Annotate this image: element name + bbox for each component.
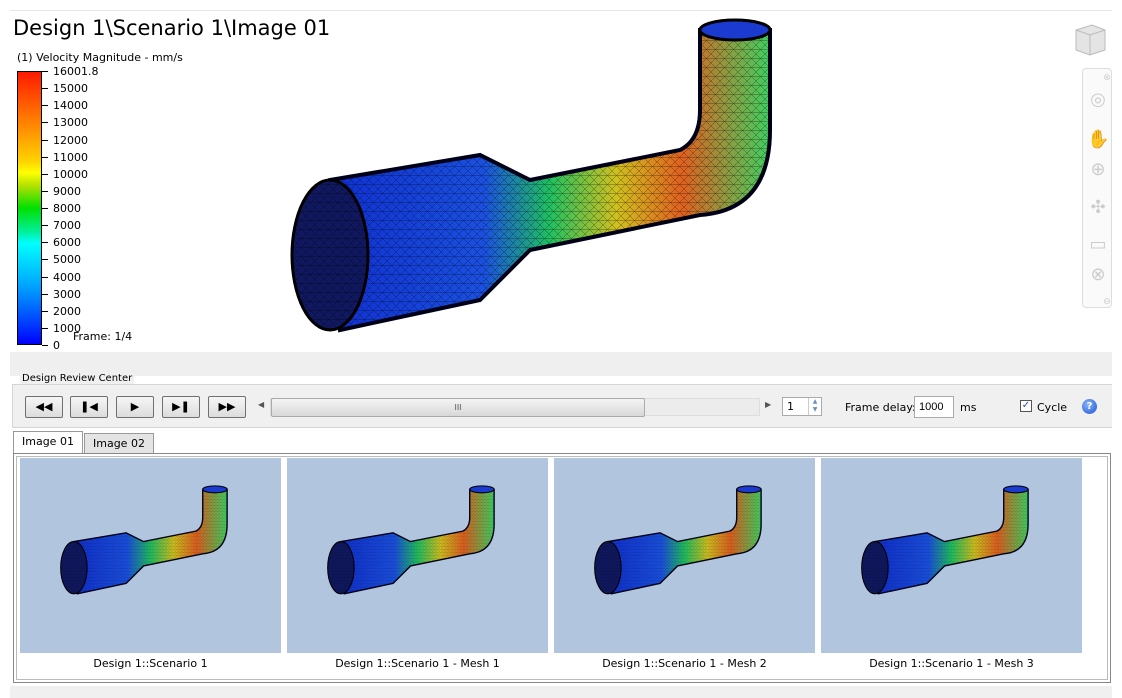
- frame-delay-label: Frame delay:: [845, 401, 916, 414]
- group-label: Design Review Center: [20, 373, 135, 384]
- slider-right-arrow[interactable]: ▶: [765, 400, 771, 409]
- thumbnail-caption: Design 1::Scenario 1 - Mesh 1: [335, 657, 500, 670]
- zoom-icon[interactable]: ⊕: [1087, 159, 1109, 181]
- slider-left-arrow[interactable]: ◀: [258, 400, 264, 409]
- thumbnail-image[interactable]: [20, 458, 281, 653]
- thumbnail-caption: Design 1::Scenario 1 - Mesh 3: [869, 657, 1034, 670]
- spinner-arrows[interactable]: ▲ ▼: [808, 398, 821, 415]
- view-cube-icon[interactable]: [1072, 22, 1108, 56]
- cycle-checkbox[interactable]: ✓: [1020, 400, 1032, 412]
- thumbnail-caption: Design 1::Scenario 1: [93, 657, 208, 670]
- thumbnail-image[interactable]: [554, 458, 815, 653]
- play-button[interactable]: ▶: [116, 396, 154, 418]
- slider-thumb[interactable]: III: [271, 398, 645, 417]
- pipe-model: [290, 18, 772, 332]
- navigation-bar: ⊗ ◎ ✋ ⊕ ✣ ▭ ⊗ ⊖: [1082, 68, 1112, 308]
- close-icon[interactable]: ⊗: [1103, 67, 1111, 89]
- unit-label: ms: [960, 401, 977, 414]
- thumbnail-caption: Design 1::Scenario 1 - Mesh 2: [602, 657, 767, 670]
- center-icon[interactable]: ▭: [1087, 234, 1109, 256]
- rewind-icon[interactable]: ⊗: [1087, 264, 1109, 286]
- divider-band: [10, 352, 1112, 376]
- first-frame-button[interactable]: ◀◀: [25, 396, 63, 418]
- prev-frame-button[interactable]: ❚◀: [70, 396, 108, 418]
- thumbnail-image[interactable]: [287, 458, 548, 653]
- collapse-icon[interactable]: ⊖: [1103, 291, 1111, 313]
- next-frame-button[interactable]: ▶❚: [162, 396, 200, 418]
- thumbnail-image[interactable]: [821, 458, 1082, 653]
- tab-image-02[interactable]: Image 02: [84, 433, 154, 453]
- help-icon[interactable]: ?: [1082, 399, 1097, 414]
- tab-image-01[interactable]: Image 01: [13, 431, 83, 455]
- frame-delay-input[interactable]: [914, 396, 954, 418]
- bottom-band: [10, 686, 1112, 698]
- pan-icon[interactable]: ✋: [1087, 129, 1109, 151]
- cycle-label: Cycle: [1037, 401, 1068, 414]
- last-frame-button[interactable]: ▶▶: [208, 396, 246, 418]
- model-viewport[interactable]: [0, 0, 1060, 350]
- orbit-icon[interactable]: ✣: [1087, 197, 1109, 219]
- steering-wheel-icon[interactable]: ◎: [1087, 89, 1109, 111]
